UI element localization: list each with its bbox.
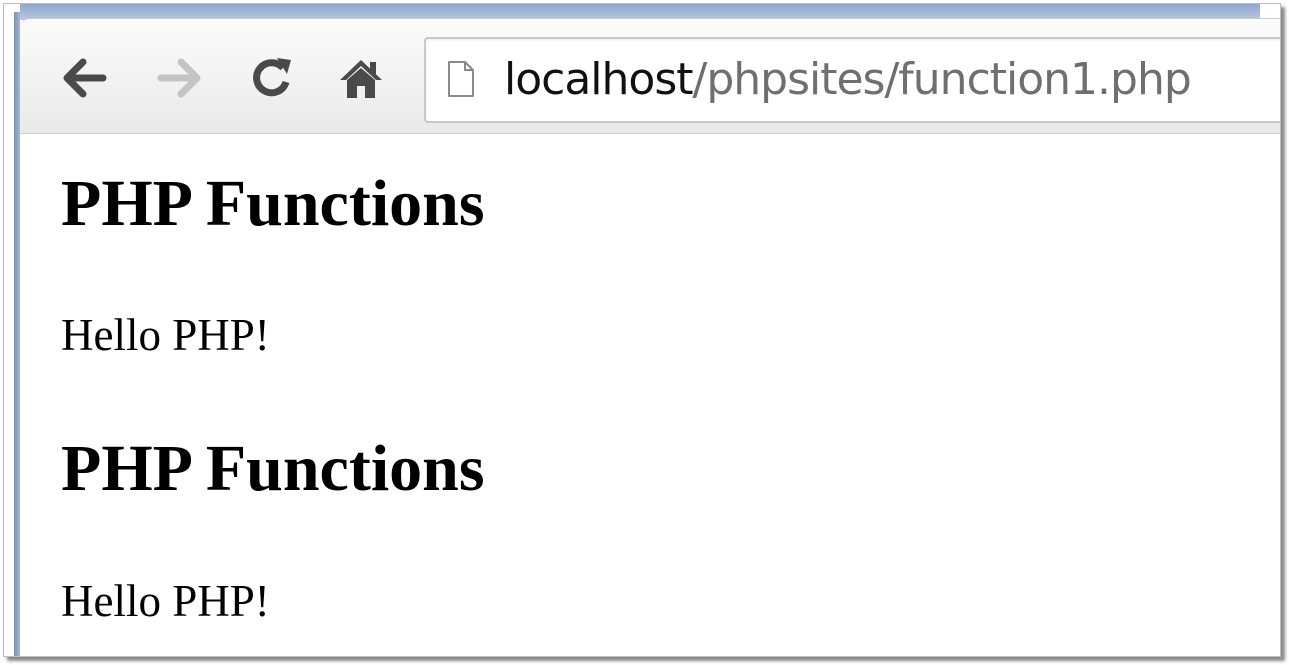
forward-arrow-icon: [157, 58, 201, 98]
url-path: /phpsites/function1.php: [692, 54, 1192, 105]
url-text[interactable]: localhost/phpsites/function1.php: [504, 51, 1192, 109]
page-content: PHP Functions Hello PHP! PHP Functions H…: [20, 134, 1280, 656]
reload-icon: [253, 58, 291, 97]
page-paragraph: Hello PHP!: [61, 576, 270, 626]
home-icon: [340, 60, 382, 98]
address-bar[interactable]: localhost/phpsites/function1.php: [424, 37, 1280, 123]
page-heading: PHP Functions: [61, 167, 485, 240]
browser-toolbar: localhost/phpsites/function1.php: [20, 18, 1280, 135]
page-heading: PHP Functions: [61, 432, 485, 505]
back-arrow-icon: [63, 58, 107, 98]
url-host: localhost: [504, 54, 694, 105]
forward-button[interactable]: [154, 53, 204, 103]
screenshot-frame: localhost/phpsites/function1.php PHP Fun…: [3, 3, 1281, 657]
page-paragraph: Hello PHP!: [61, 310, 270, 360]
reload-button[interactable]: [246, 53, 296, 103]
page-icon: [446, 60, 476, 103]
back-button[interactable]: [60, 53, 110, 103]
home-button[interactable]: [336, 53, 386, 103]
